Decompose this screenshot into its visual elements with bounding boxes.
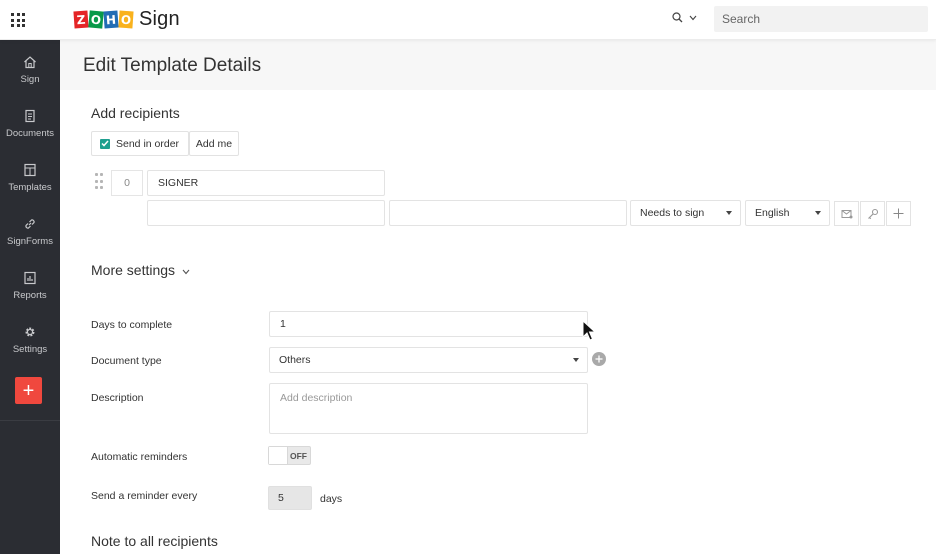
home-icon — [23, 54, 37, 70]
search-input[interactable] — [714, 6, 928, 32]
zoho-sign-logo[interactable]: Z O H O Sign — [73, 8, 180, 31]
recipient-action-select[interactable]: Needs to sign — [630, 200, 741, 226]
sidebar-item-settings[interactable]: Settings — [0, 310, 60, 364]
search-icon — [672, 12, 683, 23]
send-in-order-checkbox[interactable]: Send in order — [91, 131, 190, 156]
document-type-value: Others — [279, 354, 311, 366]
recipient-email-field[interactable] — [147, 200, 385, 226]
more-settings-heading: More settings — [91, 262, 176, 278]
sidebar-item-documents[interactable]: Documents — [0, 94, 60, 148]
link-icon — [23, 216, 37, 232]
checkbox-checked-icon — [100, 138, 110, 149]
templates-icon — [23, 162, 37, 178]
reminder-days-unit: days — [320, 493, 343, 505]
drag-handle-icon[interactable] — [95, 173, 105, 191]
product-name: Sign — [139, 8, 180, 30]
plus-icon — [893, 208, 904, 219]
add-me-button[interactable]: Add me — [189, 131, 239, 156]
page-header: Edit Template Details — [60, 40, 936, 90]
document-type-select[interactable]: Others — [269, 347, 588, 373]
note-to-all-recipients-heading: Note to all recipients — [91, 533, 218, 549]
sidebar-divider — [0, 420, 60, 421]
days-to-complete-input[interactable]: 1 — [269, 311, 588, 337]
sidebar-item-label: Templates — [8, 182, 52, 193]
caret-down-icon — [815, 211, 821, 215]
recipient-language-value: English — [755, 207, 790, 219]
sidebar-item-signforms[interactable]: SignForms — [0, 202, 60, 256]
add-document-type-button[interactable] — [592, 352, 606, 366]
key-icon — [867, 208, 878, 219]
mouse-pointer-icon — [582, 320, 596, 341]
recipient-role-field[interactable]: SIGNER — [147, 170, 385, 196]
create-new-button[interactable]: + — [15, 377, 42, 404]
caret-down-icon — [573, 358, 579, 362]
caret-down-icon — [726, 211, 732, 215]
plus-icon — [595, 355, 603, 363]
sidebar-item-label: Settings — [12, 344, 48, 355]
reminder-every-label: Send a reminder every — [91, 490, 198, 502]
sidebar-item-label: Sign — [20, 74, 40, 85]
automatic-reminders-label: Automatic reminders — [91, 451, 188, 463]
sidebar-item-templates[interactable]: Templates — [0, 148, 60, 202]
description-textarea[interactable]: Add description — [269, 383, 588, 434]
toggle-state-label: OFF — [290, 451, 307, 461]
signing-order-field[interactable]: 0 — [111, 170, 143, 196]
more-settings-toggle[interactable]: More settings — [91, 262, 190, 278]
recipient-name-field[interactable] — [389, 200, 627, 226]
sidebar: Sign Documents Templates SignForms Repor… — [0, 40, 60, 554]
gear-icon — [23, 324, 37, 340]
add-recipient-button[interactable] — [886, 201, 911, 226]
automatic-reminders-toggle[interactable]: OFF — [268, 446, 311, 465]
add-recipients-heading: Add recipients — [91, 105, 180, 121]
reminder-days-input[interactable]: 5 — [268, 486, 312, 510]
page-title: Edit Template Details — [83, 55, 262, 76]
reports-icon — [23, 270, 37, 286]
sidebar-item-reports[interactable]: Reports — [0, 256, 60, 310]
private-message-button[interactable] — [834, 201, 859, 226]
recipient-action-value: Needs to sign — [640, 207, 705, 219]
sidebar-item-label: SignForms — [7, 236, 53, 247]
days-to-complete-label: Days to complete — [91, 319, 173, 331]
search-scope-toggle[interactable] — [672, 12, 697, 23]
toggle-knob — [269, 447, 288, 464]
envelope-icon — [841, 209, 852, 218]
recipient-language-select[interactable]: English — [745, 200, 830, 226]
top-bar: Z O H O Sign — [0, 0, 936, 40]
sidebar-item-label: Documents — [5, 128, 55, 139]
send-in-order-label: Send in order — [116, 137, 180, 150]
sidebar-item-label: Reports — [13, 290, 47, 301]
chevron-down-icon — [182, 269, 190, 274]
description-label: Description — [91, 392, 144, 404]
document-type-label: Document type — [91, 355, 162, 367]
apps-grid-icon[interactable] — [11, 13, 25, 27]
chevron-down-icon — [689, 15, 697, 20]
documents-icon — [23, 108, 37, 124]
sidebar-item-sign[interactable]: Sign — [0, 40, 60, 94]
access-code-button[interactable] — [860, 201, 885, 226]
